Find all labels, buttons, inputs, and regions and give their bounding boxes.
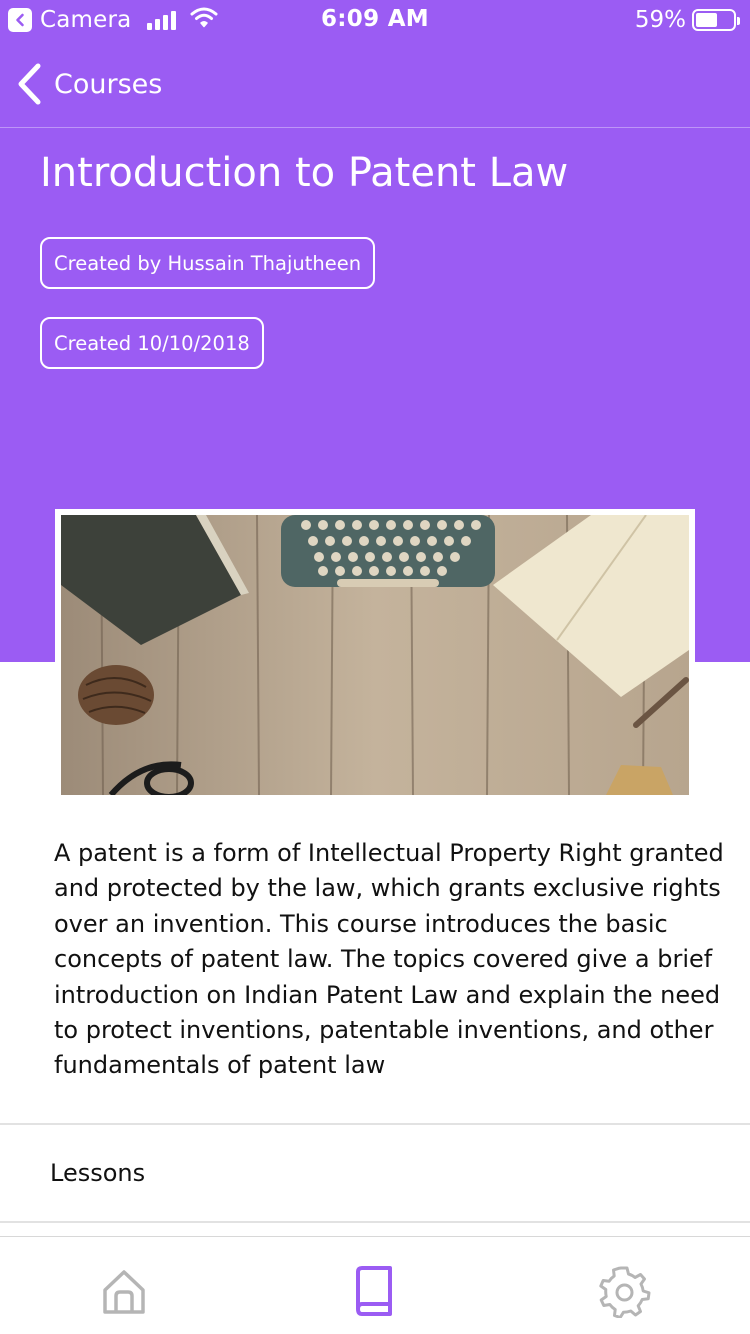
created-date-chip: Created 10/10/2018 xyxy=(40,317,264,369)
course-cover-image xyxy=(61,515,689,795)
battery-fill xyxy=(696,13,718,27)
tab-courses[interactable] xyxy=(345,1263,401,1319)
status-right: 59% xyxy=(634,6,740,34)
tab-home[interactable] xyxy=(96,1263,152,1319)
status-bar: Camera 6:09 AM 59% xyxy=(0,0,750,40)
gear-icon xyxy=(599,1266,651,1318)
course-detail-screen: Camera 6:09 AM 59% Courses Introduction … xyxy=(0,0,750,1334)
book-icon xyxy=(356,1266,392,1316)
chevron-left-icon xyxy=(18,63,41,105)
back-button-label: Courses xyxy=(54,68,163,100)
lessons-row[interactable]: Lessons xyxy=(0,1125,750,1221)
course-description: A patent is a form of Intellectual Prope… xyxy=(54,839,724,1080)
course-title: Introduction to Patent Law xyxy=(40,150,569,196)
lessons-label: Lessons xyxy=(50,1159,146,1187)
back-button[interactable]: Courses xyxy=(16,60,162,108)
author-chip: Created by Hussain Thajutheen xyxy=(40,237,376,289)
battery-icon xyxy=(692,9,740,31)
battery-cap xyxy=(737,17,740,25)
divider xyxy=(0,1221,750,1223)
tab-settings[interactable] xyxy=(596,1263,652,1319)
navigation-bar: Courses xyxy=(0,40,750,128)
tab-bar xyxy=(0,1236,750,1334)
course-image-frame xyxy=(55,509,695,801)
home-icon xyxy=(103,1270,145,1314)
battery-percent: 59% xyxy=(634,7,686,33)
